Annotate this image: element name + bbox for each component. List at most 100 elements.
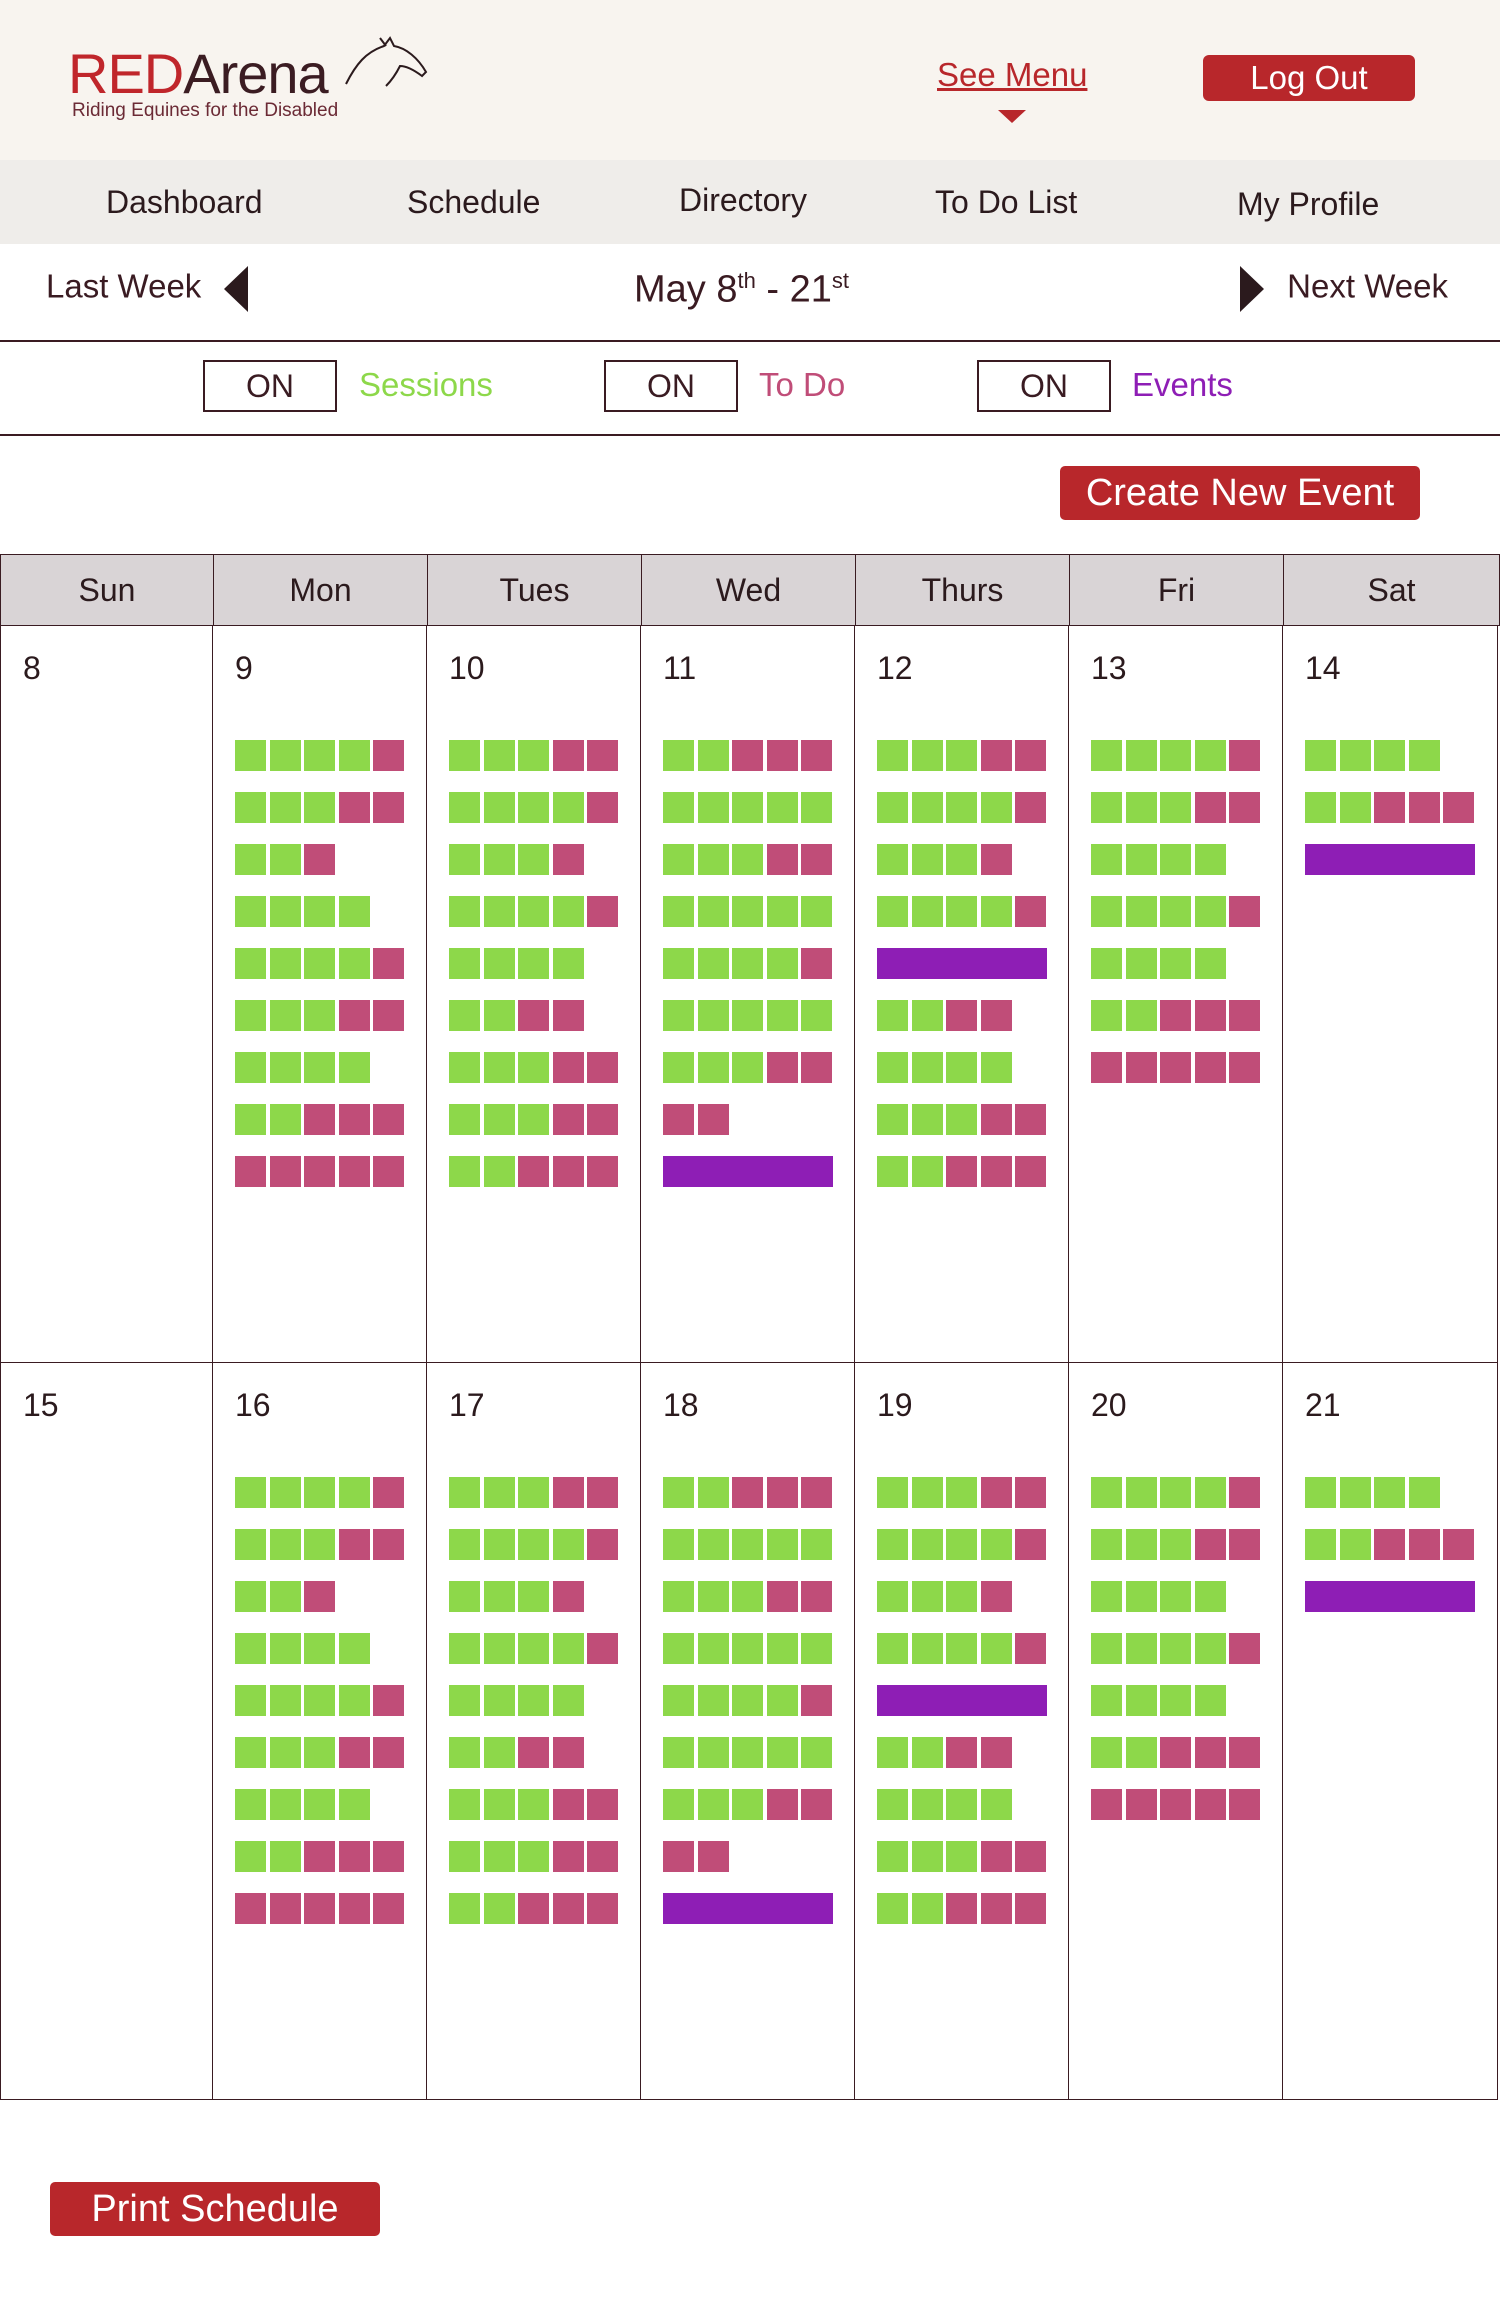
session-block[interactable]	[552, 1529, 584, 1560]
todo-block[interactable]	[518, 1893, 549, 1924]
session-block[interactable]	[1160, 1581, 1191, 1612]
todo-block[interactable]	[304, 1104, 335, 1135]
todo-block[interactable]	[373, 740, 404, 771]
session-block[interactable]	[483, 1737, 515, 1768]
todo-block[interactable]	[552, 1000, 584, 1031]
session-block[interactable]	[801, 1633, 832, 1664]
session-block[interactable]	[338, 1685, 370, 1716]
session-block[interactable]	[911, 1841, 943, 1872]
session-block[interactable]	[1125, 948, 1157, 979]
nav-schedule[interactable]: Schedule	[407, 160, 540, 244]
session-block[interactable]	[449, 844, 480, 875]
session-block[interactable]	[911, 1477, 943, 1508]
session-block[interactable]	[980, 896, 1012, 927]
last-week-button[interactable]: Last Week	[46, 266, 249, 312]
events-toggle-button[interactable]: ON	[977, 360, 1111, 412]
session-block[interactable]	[269, 1000, 301, 1031]
event-bar[interactable]	[1305, 844, 1475, 875]
session-block[interactable]	[801, 792, 832, 823]
session-block[interactable]	[1125, 1737, 1157, 1768]
session-block[interactable]	[946, 740, 977, 771]
session-block[interactable]	[552, 896, 584, 927]
todo-block[interactable]	[801, 1581, 832, 1612]
todo-block[interactable]	[373, 1529, 404, 1560]
session-block[interactable]	[483, 1000, 515, 1031]
todo-block[interactable]	[663, 1841, 694, 1872]
todo-block[interactable]	[338, 1737, 370, 1768]
session-block[interactable]	[449, 1000, 480, 1031]
todo-block[interactable]	[552, 1104, 584, 1135]
todo-block[interactable]	[1125, 1052, 1157, 1083]
session-block[interactable]	[766, 1529, 798, 1560]
todo-block[interactable]	[946, 1893, 977, 1924]
session-block[interactable]	[1091, 1000, 1122, 1031]
session-block[interactable]	[1194, 948, 1226, 979]
session-block[interactable]	[697, 1685, 729, 1716]
session-block[interactable]	[732, 844, 763, 875]
todo-block[interactable]	[1229, 1529, 1260, 1560]
todo-block[interactable]	[1015, 1529, 1046, 1560]
session-block[interactable]	[946, 1841, 977, 1872]
session-block[interactable]	[911, 1529, 943, 1560]
day-cell[interactable]: 21	[1283, 1363, 1498, 2100]
session-block[interactable]	[1091, 740, 1122, 771]
session-block[interactable]	[911, 844, 943, 875]
todo-block[interactable]	[269, 1893, 301, 1924]
logo[interactable]: REDArena Riding Equines for the Disabled	[68, 36, 428, 122]
session-block[interactable]	[946, 896, 977, 927]
session-block[interactable]	[483, 1841, 515, 1872]
session-block[interactable]	[1125, 1529, 1157, 1560]
session-block[interactable]	[1339, 1477, 1371, 1508]
session-block[interactable]	[663, 896, 694, 927]
session-block[interactable]	[518, 740, 549, 771]
todo-block[interactable]	[304, 844, 335, 875]
todo-block[interactable]	[946, 1000, 977, 1031]
todo-block[interactable]	[587, 1841, 618, 1872]
sessions-toggle-button[interactable]: ON	[203, 360, 337, 412]
session-block[interactable]	[877, 1737, 908, 1768]
session-block[interactable]	[732, 1737, 763, 1768]
session-block[interactable]	[449, 1893, 480, 1924]
todo-block[interactable]	[1015, 1104, 1046, 1135]
todo-block[interactable]	[518, 1737, 549, 1768]
session-block[interactable]	[235, 1477, 266, 1508]
session-block[interactable]	[449, 896, 480, 927]
event-bar[interactable]	[663, 1156, 833, 1187]
todo-block[interactable]	[766, 1052, 798, 1083]
session-block[interactable]	[946, 1529, 977, 1560]
session-block[interactable]	[1125, 844, 1157, 875]
session-block[interactable]	[946, 1633, 977, 1664]
todo-block[interactable]	[552, 1052, 584, 1083]
session-block[interactable]	[1160, 740, 1191, 771]
todo-block[interactable]	[980, 1477, 1012, 1508]
todo-block[interactable]	[587, 1789, 618, 1820]
todo-block[interactable]	[1229, 1000, 1260, 1031]
session-block[interactable]	[732, 1685, 763, 1716]
session-block[interactable]	[663, 1477, 694, 1508]
session-block[interactable]	[304, 1737, 335, 1768]
session-block[interactable]	[483, 792, 515, 823]
session-block[interactable]	[235, 1000, 266, 1031]
session-block[interactable]	[663, 1529, 694, 1560]
todo-block[interactable]	[373, 1737, 404, 1768]
session-block[interactable]	[911, 896, 943, 927]
session-block[interactable]	[449, 1789, 480, 1820]
todo-block[interactable]	[980, 844, 1012, 875]
session-block[interactable]	[877, 1633, 908, 1664]
session-block[interactable]	[663, 1685, 694, 1716]
session-block[interactable]	[235, 1052, 266, 1083]
session-block[interactable]	[911, 1893, 943, 1924]
session-block[interactable]	[483, 1893, 515, 1924]
session-block[interactable]	[449, 740, 480, 771]
nav-directory[interactable]: Directory	[679, 158, 807, 242]
session-block[interactable]	[1091, 1737, 1122, 1768]
session-block[interactable]	[697, 1477, 729, 1508]
session-block[interactable]	[269, 1052, 301, 1083]
day-cell[interactable]: 14	[1283, 626, 1498, 1363]
session-block[interactable]	[518, 948, 549, 979]
todo-block[interactable]	[1160, 1000, 1191, 1031]
session-block[interactable]	[235, 896, 266, 927]
session-block[interactable]	[449, 1529, 480, 1560]
session-block[interactable]	[518, 844, 549, 875]
todo-block[interactable]	[697, 1841, 729, 1872]
